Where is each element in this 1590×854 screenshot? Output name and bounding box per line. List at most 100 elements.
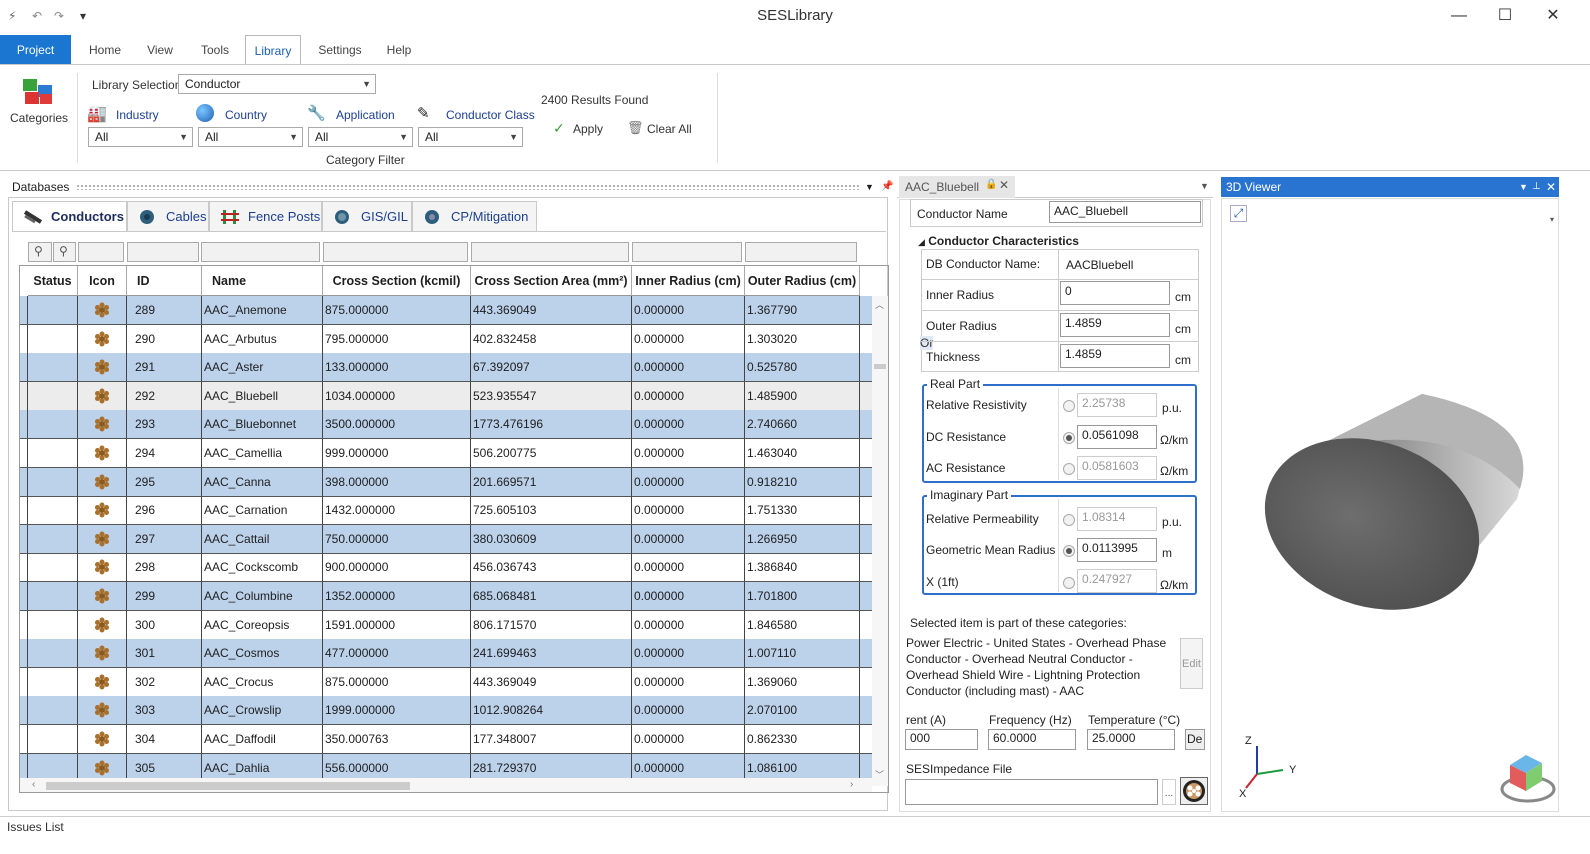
thickness-input[interactable]: 1.4859 <box>1060 344 1170 368</box>
tab-help[interactable]: Help <box>381 35 417 65</box>
column-header-icon[interactable]: Icon <box>78 266 127 296</box>
frequency-input[interactable]: 60.0000 <box>988 729 1076 750</box>
table-row[interactable]: 293 AAC_Bluebonnet 3500.000000 1773.476196 0… <box>20 410 872 440</box>
issues-list-tab[interactable]: Issues List <box>7 820 64 834</box>
filter-cell-icon[interactable] <box>78 242 124 262</box>
x1ft-input[interactable]: 0.247927 <box>1077 569 1157 593</box>
column-header-status[interactable]: Status <box>28 266 78 296</box>
panel-menu-icon[interactable]: ▼ <box>865 177 874 197</box>
impedance-tool-button[interactable] <box>1180 777 1208 805</box>
table-row[interactable]: 302 AAC_Crocus 875.000000 443.369049 0.00000… <box>20 667 872 697</box>
current-input[interactable]: 000 <box>905 729 978 750</box>
characteristics-section[interactable]: ◢ Conductor Characteristics <box>918 234 1079 248</box>
filter-cell-name[interactable] <box>201 242 320 262</box>
edit-categories-button[interactable]: Edit <box>1180 638 1203 689</box>
tab-view[interactable]: View <box>140 35 180 65</box>
column-header-outer-radius[interactable]: Outer Radius (cm) <box>745 266 860 296</box>
table-row[interactable]: 300 AAC_Coreopsis 1591.000000 806.171570 0.0… <box>20 610 872 640</box>
search-filter-button[interactable]: ⚲ <box>28 242 52 262</box>
viewer-canvas[interactable]: ⤢ ▾ Z Y X <box>1221 198 1559 812</box>
filter-cell-cross-section-area[interactable] <box>471 242 629 262</box>
fit-view-icon[interactable]: ⤢ <box>1230 205 1247 222</box>
table-row[interactable]: 299 AAC_Columbine 1352.000000 685.068481 0.0… <box>20 582 872 611</box>
tab-project[interactable]: Project <box>0 35 71 65</box>
scroll-left-icon[interactable]: ‹ <box>32 779 35 790</box>
filter-cell-id[interactable] <box>127 242 199 262</box>
relative-permeability-input[interactable]: 1.08314 <box>1077 507 1157 531</box>
tab-settings[interactable]: Settings <box>312 35 368 65</box>
clear-filter-button[interactable]: ⚲ <box>53 242 76 262</box>
filter-cell-outer-radius[interactable] <box>745 242 857 262</box>
dc-resistance-radio[interactable] <box>1063 432 1075 444</box>
scroll-right-icon[interactable]: › <box>850 779 853 790</box>
scroll-thumb[interactable] <box>874 364 886 369</box>
maximize-button[interactable]: ☐ <box>1482 4 1528 28</box>
filter-cell-cross-section[interactable] <box>323 242 468 262</box>
drag-grip[interactable] <box>76 184 861 190</box>
db-tab-cp-mitigation[interactable]: CP/Mitigation <box>412 201 537 232</box>
conductor-class-combo[interactable]: All ▼ <box>418 127 523 147</box>
table-row[interactable]: 292 AAC_Bluebell 1034.000000 523.935547 0.00… <box>20 381 872 411</box>
properties-tab[interactable]: AAC_Bluebell 🔒 ✕ <box>899 176 1015 198</box>
horizontal-scrollbar[interactable]: ‹ › <box>20 778 872 792</box>
db-tab-gis-gil[interactable]: GIS/GIL <box>322 201 412 232</box>
tab-home[interactable]: Home <box>82 35 128 65</box>
close-tab-icon[interactable]: ✕ <box>999 178 1009 192</box>
close-button[interactable]: ✕ <box>1530 4 1576 28</box>
defaults-button[interactable]: De <box>1185 729 1205 750</box>
industry-combo[interactable]: All ▼ <box>88 127 193 147</box>
clear-all-button[interactable]: 🗑 Clear All <box>627 120 697 138</box>
column-header-cross-section-area[interactable]: Cross Section Area (mm²) <box>471 266 632 296</box>
column-header-name[interactable]: Name <box>202 266 323 296</box>
browse-button[interactable]: ... <box>1162 779 1176 805</box>
relative-permeability-radio[interactable] <box>1063 514 1075 526</box>
close-viewer-icon[interactable]: ✕ <box>1546 177 1556 197</box>
table-row[interactable]: 298 AAC_Cockscomb 900.000000 456.036743 0.00… <box>20 553 872 583</box>
filter-cell-inner-radius[interactable] <box>632 242 742 262</box>
country-combo[interactable]: All ▼ <box>198 127 303 147</box>
table-row[interactable]: 295 AAC_Canna 398.000000 201.669571 0.000000… <box>20 467 872 497</box>
table-row[interactable]: 297 AAC_Cattail 750.000000 380.030609 0.0000… <box>20 524 872 554</box>
x1ft-radio[interactable] <box>1063 577 1075 589</box>
db-tab-cables[interactable]: Cables <box>127 201 209 232</box>
pin-icon[interactable]: 📌 <box>881 177 893 197</box>
panel-menu-icon[interactable]: ▼ <box>1519 177 1528 197</box>
gmr-radio[interactable] <box>1063 545 1075 557</box>
table-row[interactable]: 290 AAC_Arbutus 795.000000 402.832458 0.0000… <box>20 324 872 354</box>
column-header-cross-section[interactable]: Cross Section (kcmil) <box>323 266 471 296</box>
gmr-input[interactable]: 0.0113995 <box>1077 538 1157 562</box>
table-row[interactable]: 303 AAC_Crowslip 1999.000000 1012.908264 0.0… <box>20 696 872 726</box>
table-row[interactable]: 294 AAC_Camellia 999.000000 506.200775 0.000… <box>20 439 872 468</box>
tab-tools[interactable]: Tools <box>194 35 236 65</box>
pin-icon[interactable]: ⊥ <box>1532 177 1541 197</box>
ac-resistance-input[interactable]: 0.0581603 <box>1077 456 1157 480</box>
column-header-inner-radius[interactable]: Inner Radius (cm) <box>632 266 745 296</box>
library-selection-combo[interactable]: Conductor ▼ <box>178 74 376 94</box>
apply-button[interactable]: ✓ Apply <box>553 120 603 138</box>
inner-radius-input[interactable]: 0 <box>1060 281 1170 305</box>
table-row[interactable]: 301 AAC_Cosmos 477.000000 241.699463 0.00000… <box>20 639 872 669</box>
table-row[interactable]: 296 AAC_Carnation 1432.000000 725.605103 0.0… <box>20 496 872 526</box>
scroll-up-icon[interactable]: ︿ <box>875 298 884 311</box>
db-tab-fence-posts[interactable]: Fence Posts <box>209 201 322 232</box>
relative-resistivity-radio[interactable] <box>1063 400 1075 412</box>
relative-resistivity-input[interactable]: 2.25738 <box>1077 393 1157 417</box>
tab-library[interactable]: Library <box>245 35 301 65</box>
minimize-button[interactable]: — <box>1436 4 1482 28</box>
table-row[interactable]: 289 AAC_Anemone 875.000000 443.369049 0.0000… <box>20 296 872 325</box>
application-combo[interactable]: All ▼ <box>308 127 413 147</box>
viewer-menu-icon[interactable]: ▾ <box>1550 215 1554 224</box>
column-header-id[interactable]: ID <box>127 266 202 296</box>
impedance-file-input[interactable] <box>905 779 1158 805</box>
conductor-name-input[interactable]: AAC_Bluebell <box>1049 201 1201 223</box>
table-row[interactable]: 291 AAC_Aster 133.000000 67.392097 0.000000 0… <box>20 353 872 383</box>
ac-resistance-radio[interactable] <box>1063 463 1075 475</box>
dc-resistance-input[interactable]: 0.0561098 <box>1077 425 1157 449</box>
outer-radius-input[interactable]: 1.4859 <box>1060 313 1170 337</box>
h-scroll-thumb[interactable] <box>46 782 410 790</box>
collapse-icon[interactable]: ◢ <box>918 237 925 247</box>
table-row[interactable]: 304 AAC_Daffodil 350.000763 177.348007 0.000… <box>20 725 872 754</box>
db-tab-conductors[interactable]: Conductors <box>12 201 127 232</box>
vertical-scrollbar[interactable]: ︿ ﹀ <box>872 296 888 786</box>
view-cube-icon[interactable] <box>1498 749 1558 807</box>
